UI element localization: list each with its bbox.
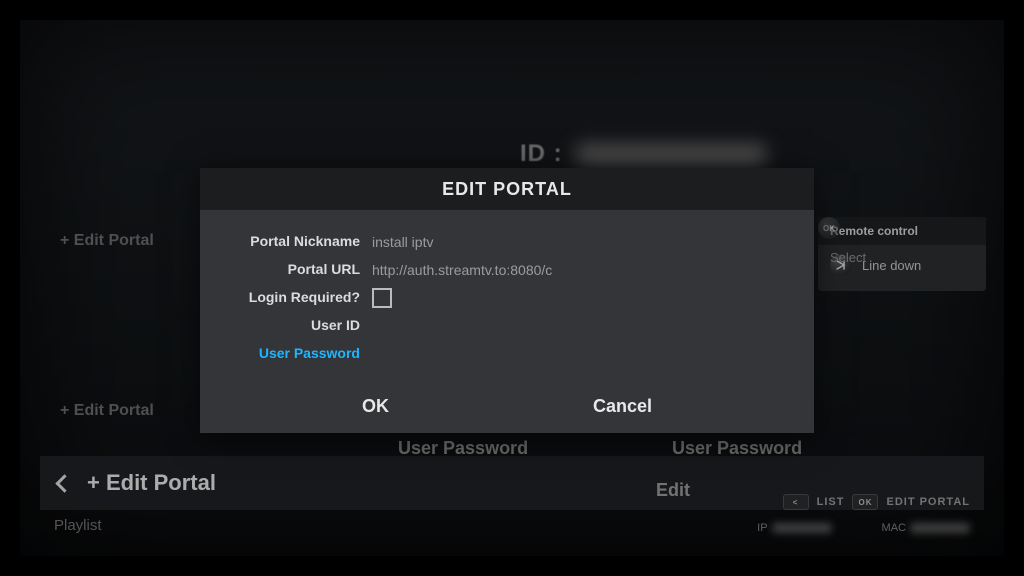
ok-button[interactable]: OK <box>362 396 389 417</box>
remote-control-panel: Remote control Line down OK Select <box>818 217 986 291</box>
field-nickname-row: Portal Nickname install iptv <box>200 228 814 254</box>
dialog-buttons: OK Cancel <box>200 378 814 433</box>
field-password-input[interactable] <box>372 353 814 354</box>
remote-hint-select-label: Select <box>830 250 866 265</box>
field-userid-input[interactable] <box>372 325 814 326</box>
field-login-row: Login Required? <box>200 284 814 310</box>
field-password-label: User Password <box>200 345 372 361</box>
field-userid-row: User ID <box>200 312 814 338</box>
field-userid-label: User ID <box>200 317 372 333</box>
field-url-label: Portal URL <box>200 261 372 277</box>
field-password-row: User Password <box>200 340 814 366</box>
edit-portal-dialog: EDIT PORTAL Portal Nickname install iptv… <box>200 168 814 433</box>
cancel-button[interactable]: Cancel <box>593 396 652 417</box>
field-nickname-label: Portal Nickname <box>200 233 372 249</box>
field-url-row: Portal URL http://auth.streamtv.to:8080/… <box>200 256 814 282</box>
dialog-title: EDIT PORTAL <box>200 168 814 210</box>
dialog-body: Portal Nickname install iptv Portal URL … <box>200 210 814 378</box>
field-login-label: Login Required? <box>200 289 372 305</box>
field-url-input[interactable]: http://auth.streamtv.to:8080/c <box>372 261 814 278</box>
select-ok-icon: OK <box>818 217 840 239</box>
field-login-checkbox[interactable] <box>372 288 392 308</box>
field-nickname-input[interactable]: install iptv <box>372 233 814 250</box>
remote-hint-select: OK Select <box>818 217 986 291</box>
